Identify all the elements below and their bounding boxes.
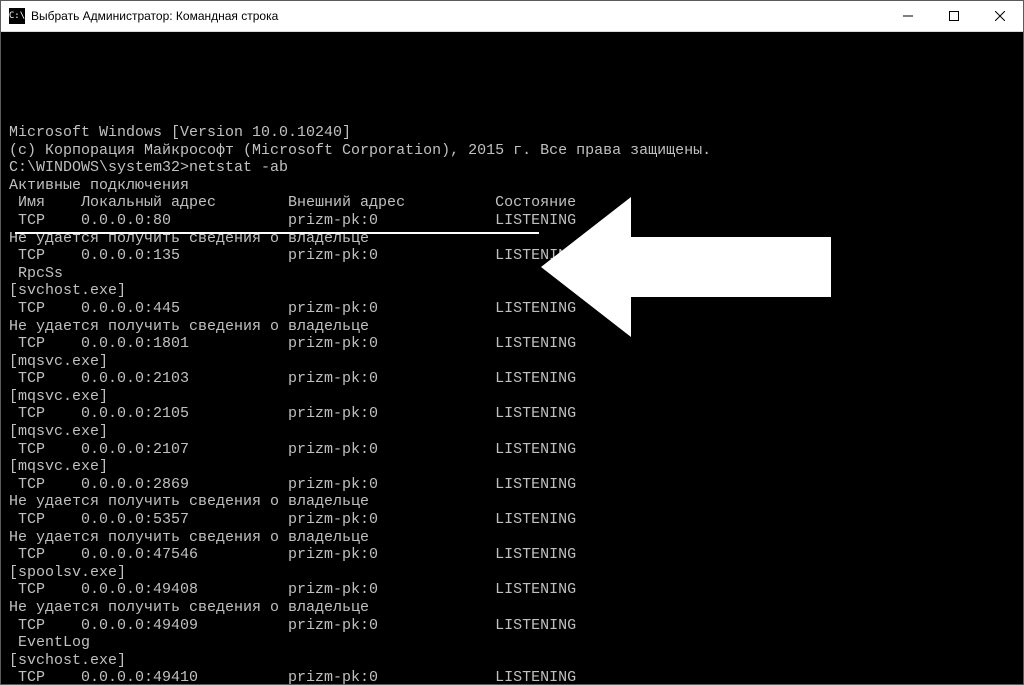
window-title: Выбрать Администратор: Командная строка	[31, 9, 885, 23]
connection-row: TCP 0.0.0.0:2105 prizm-pk:0 LISTENING	[9, 405, 1015, 423]
connection-row: TCP 0.0.0.0:49408 prizm-pk:0 LISTENING	[9, 581, 1015, 599]
console-banner: Microsoft Windows [Version 10.0.10240]	[9, 124, 1015, 142]
entered-command: netstat -ab	[189, 159, 288, 176]
process-owner: [mqsvc.exe]	[9, 388, 1015, 406]
process-owner: [mqsvc.exe]	[9, 423, 1015, 441]
process-owner: [svchost.exe]	[9, 652, 1015, 670]
process-owner: EventLog	[9, 634, 1015, 652]
owner-info-unavailable: Не удается получить сведения о владельце	[9, 599, 1015, 617]
cmd-icon: C:\	[9, 8, 25, 24]
connection-row: TCP 0.0.0.0:445 prizm-pk:0 LISTENING	[9, 300, 1015, 318]
connection-row: TCP 0.0.0.0:80 prizm-pk:0 LISTENING	[9, 212, 1015, 230]
connection-row: TCP 0.0.0.0:49410 prizm-pk:0 LISTENING	[9, 669, 1015, 684]
prompt: C:\WINDOWS\system32>	[9, 159, 189, 176]
column-headers: Имя Локальный адрес Внешний адрес Состоя…	[9, 194, 1015, 212]
connection-row: TCP 0.0.0.0:2103 prizm-pk:0 LISTENING	[9, 370, 1015, 388]
os-window: C:\ Выбрать Администратор: Командная стр…	[0, 0, 1024, 685]
minimize-button[interactable]	[885, 1, 931, 31]
close-button[interactable]	[977, 1, 1023, 31]
connection-row: TCP 0.0.0.0:135 prizm-pk:0 LISTENING	[9, 247, 1015, 265]
process-owner: [svchost.exe]	[9, 282, 1015, 300]
connection-row: TCP 0.0.0.0:49409 prizm-pk:0 LISTENING	[9, 617, 1015, 635]
process-owner: [mqsvc.exe]	[9, 353, 1015, 371]
highlight-underline	[15, 232, 539, 234]
process-owner: [mqsvc.exe]	[9, 458, 1015, 476]
connection-row: TCP 0.0.0.0:1801 prizm-pk:0 LISTENING	[9, 335, 1015, 353]
console-client-area[interactable]: Microsoft Windows [Version 10.0.10240](c…	[1, 32, 1023, 684]
process-owner: RpcSs	[9, 265, 1015, 283]
owner-info-unavailable: Не удается получить сведения о владельце	[9, 493, 1015, 511]
connection-row: TCP 0.0.0.0:5357 prizm-pk:0 LISTENING	[9, 511, 1015, 529]
section-heading: Активные подключения	[9, 177, 1015, 195]
connection-row: TCP 0.0.0.0:2869 prizm-pk:0 LISTENING	[9, 476, 1015, 494]
connection-row: TCP 0.0.0.0:47546 prizm-pk:0 LISTENING	[9, 546, 1015, 564]
title-bar[interactable]: C:\ Выбрать Администратор: Командная стр…	[1, 1, 1023, 32]
console-banner: (c) Корпорация Майкрософт (Microsoft Cor…	[9, 142, 1015, 160]
console-prompt-line: C:\WINDOWS\system32>netstat -ab	[9, 159, 1015, 177]
connection-row: TCP 0.0.0.0:2107 prizm-pk:0 LISTENING	[9, 441, 1015, 459]
process-owner: [spoolsv.exe]	[9, 564, 1015, 582]
owner-info-unavailable: Не удается получить сведения о владельце	[9, 318, 1015, 336]
maximize-button[interactable]	[931, 1, 977, 31]
window-controls	[885, 1, 1023, 31]
owner-info-unavailable: Не удается получить сведения о владельце	[9, 529, 1015, 547]
